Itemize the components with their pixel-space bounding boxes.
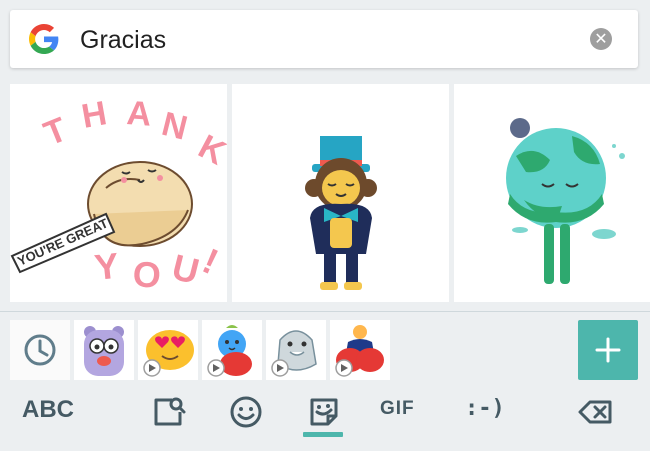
thank-letter-k: K — [192, 128, 227, 173]
delete-key[interactable] — [576, 392, 616, 432]
keyboard-mode-bar: ABC GIF :-) — [0, 384, 650, 451]
emoticon-key[interactable]: :-) — [465, 396, 505, 421]
you-letter-o: O — [131, 253, 162, 296]
shark-sticker-icon — [271, 330, 317, 377]
add-sticker-pack-button[interactable] — [578, 320, 638, 380]
divider — [0, 311, 650, 312]
you-letter-y: Y — [93, 245, 121, 288]
thank-you-sticker: T H A N K YOU'RE GREAT Y O U ! — [10, 94, 227, 296]
abc-key[interactable]: ABC — [22, 396, 74, 424]
sticker-result-thank-you[interactable]: T H A N K YOU'RE GREAT Y O U ! — [10, 84, 227, 302]
clock-icon — [24, 334, 56, 366]
sticker-key[interactable] — [304, 392, 344, 432]
search-sticker-icon — [154, 397, 186, 426]
search-query[interactable]: Gracias — [80, 26, 166, 55]
sticker-pack-heart-eyes[interactable] — [138, 320, 198, 380]
sticker-pack-blue-bird[interactable] — [202, 320, 262, 380]
thank-letter-a: A — [125, 94, 152, 134]
sticker-pack-strip — [0, 318, 650, 382]
sticker-pack-purple-bear[interactable] — [74, 320, 134, 380]
backspace-icon — [578, 400, 612, 424]
monkey-sticker — [305, 136, 377, 290]
sticker-icon — [310, 398, 338, 426]
active-tab-indicator — [303, 432, 343, 437]
sticker-result-monkey[interactable] — [232, 84, 449, 302]
thank-letter-h: H — [79, 94, 110, 136]
sticker-result-earth[interactable] — [454, 84, 650, 302]
purple-bear-sticker-icon — [84, 326, 124, 376]
emoji-key[interactable] — [226, 392, 266, 432]
blue-bird-sticker-icon — [207, 325, 252, 377]
hug-people-sticker-icon — [335, 325, 384, 377]
search-bar[interactable]: Gracias ✕ — [10, 10, 638, 68]
thank-letter-t: T — [39, 110, 73, 153]
gif-key[interactable]: GIF — [380, 398, 415, 420]
recent-stickers-tab[interactable] — [10, 320, 70, 380]
sticker-results: T H A N K YOU'RE GREAT Y O U ! — [0, 84, 650, 302]
google-g-icon — [29, 24, 59, 54]
sticker-pack-shark[interactable] — [266, 320, 326, 380]
sticker-pack-hug-people[interactable] — [330, 320, 390, 380]
heart-eyes-blob-sticker-icon — [143, 330, 194, 377]
sticker-search-key[interactable] — [148, 392, 188, 432]
you-letter-u: U — [168, 246, 203, 292]
thank-letter-n: N — [158, 105, 191, 148]
smiley-icon — [230, 396, 262, 428]
clear-icon[interactable]: ✕ — [590, 28, 612, 50]
earth-sticker — [506, 118, 625, 284]
plus-icon — [595, 337, 621, 363]
